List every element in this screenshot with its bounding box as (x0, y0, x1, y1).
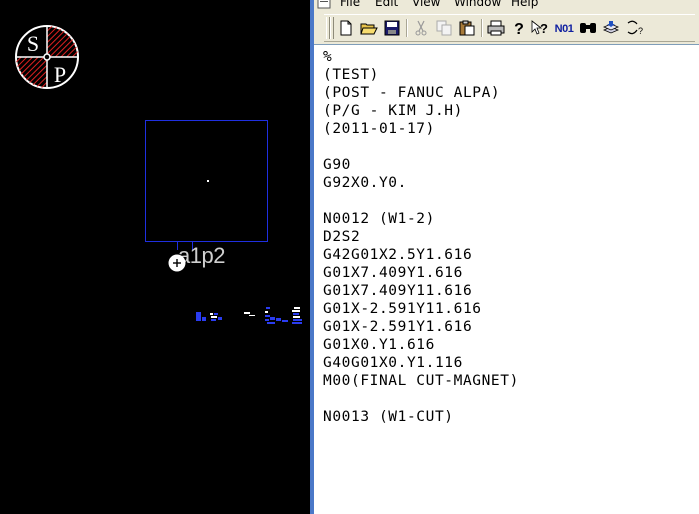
help-icon[interactable]: ? (509, 18, 529, 38)
toolbar-grip[interactable] (330, 17, 334, 39)
code-line: G01X7.409Y1.616 (323, 265, 463, 281)
toolbar: ? ? N01 ? (324, 14, 695, 42)
menu-window[interactable]: Window (454, 0, 501, 10)
copy-icon[interactable] (434, 18, 454, 38)
context-help-icon[interactable]: ? (530, 18, 550, 38)
paste-icon[interactable] (457, 18, 477, 38)
nc-editor-window: File Edit View Window Help ? ? N01 ? % (… (310, 0, 699, 514)
rectangle-center-point (207, 180, 209, 182)
code-text-area[interactable]: % (TEST) (POST - FANUC ALPA) (P/G - KIM J.H… (314, 44, 699, 514)
svg-text:?: ? (514, 21, 524, 36)
code-line: (P/G - KIM J.H) (323, 103, 463, 119)
new-file-icon[interactable] (336, 18, 356, 38)
print-icon[interactable] (486, 18, 506, 38)
logo-letter-s: S (27, 31, 39, 56)
sp-logo: S P (15, 25, 79, 89)
code-line: (TEST) (323, 67, 379, 83)
svg-text:?: ? (638, 26, 643, 36)
find-icon[interactable] (578, 18, 598, 38)
code-line: N0013 (W1-CUT) (323, 409, 454, 425)
n01-label: N01 (555, 23, 574, 35)
code-line: G90 (323, 157, 351, 173)
start-point-icon[interactable] (168, 254, 186, 272)
cut-icon[interactable] (411, 18, 431, 38)
code-line: D2S2 (323, 229, 361, 245)
code-line: M00(FINAL CUT-MAGNET) (323, 373, 519, 389)
code-line: (2011-01-17) (323, 121, 435, 137)
open-folder-icon[interactable] (359, 18, 379, 38)
small-annotation-marks (196, 307, 302, 324)
save-icon[interactable] (382, 18, 402, 38)
code-line: G01X0.Y1.616 (323, 337, 435, 353)
app-menu-icon[interactable] (317, 0, 331, 9)
logo-letter-p: P (54, 62, 66, 87)
code-line: (POST - FANUC ALPA) (323, 85, 501, 101)
cad-canvas[interactable]: S P a1p2 (0, 0, 310, 514)
toolbar-separator (481, 19, 483, 37)
replace-icon[interactable]: ? (624, 18, 644, 38)
stack-icon[interactable] (601, 18, 621, 38)
n01-icon[interactable]: N01 (553, 18, 575, 38)
code-line: N0012 (W1-2) (323, 211, 435, 227)
code-line: G01X7.409Y11.616 (323, 283, 473, 299)
code-line: G92X0.Y0. (323, 175, 407, 191)
nc-code-listing: % (TEST) (POST - FANUC ALPA) (P/G - KIM J.H… (323, 48, 519, 426)
code-line: G01X-2.591Y1.616 (323, 319, 473, 335)
menu-help[interactable]: Help (511, 0, 538, 10)
svg-text:?: ? (540, 21, 548, 36)
toolbar-separator (406, 19, 408, 37)
code-line: G01X-2.591Y11.616 (323, 301, 482, 317)
menu-file[interactable]: File (340, 0, 360, 10)
code-line: G42G01X2.5Y1.616 (323, 247, 473, 263)
menu-edit[interactable]: Edit (375, 0, 398, 10)
code-line: % (323, 49, 333, 65)
menu-view[interactable]: View (412, 0, 440, 10)
menu-bar: File Edit View Window Help (314, 0, 699, 12)
code-line: G40G01X0.Y1.116 (323, 355, 463, 371)
